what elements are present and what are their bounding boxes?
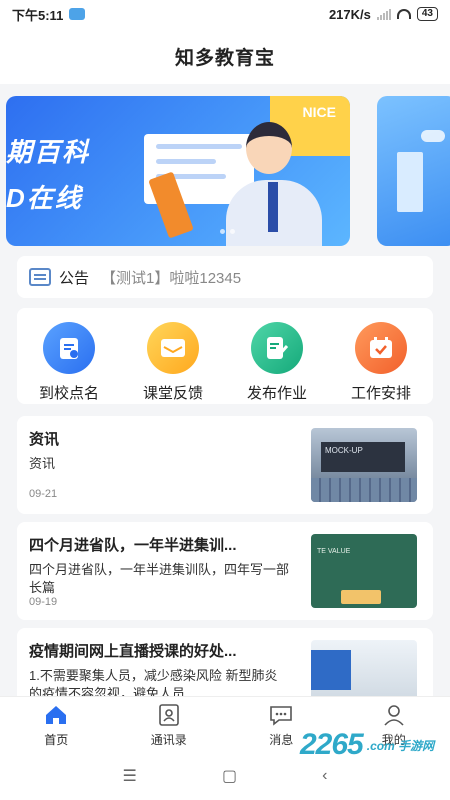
building-illustration bbox=[397, 152, 423, 212]
wifi-icon bbox=[396, 9, 411, 19]
banner-text-line1: 期百科 bbox=[6, 137, 91, 167]
banner-next-slide[interactable] bbox=[377, 96, 450, 246]
news-date: 09-19 bbox=[29, 596, 58, 608]
thumbnail-sign: MOCK-UP bbox=[321, 442, 405, 472]
banner-slide[interactable]: 期百科 D在线 NICE bbox=[6, 96, 350, 246]
action-label: 发布作业 bbox=[246, 385, 307, 402]
news-title: 疫情期间网上直播授课的好处... bbox=[29, 643, 237, 660]
news-text: 四个月进省队，一年半进集训... 四个月进省队，一年半进集训队，四年写一部长篇 bbox=[29, 534, 289, 597]
action-roll-call[interactable]: 到校点名 bbox=[21, 322, 117, 404]
action-class-feedback[interactable]: 课堂反馈 bbox=[125, 322, 221, 404]
status-time: 下午5:11 bbox=[12, 7, 64, 23]
banner-carousel[interactable]: 期百科 D在线 NICE bbox=[0, 96, 450, 246]
document-edit-icon bbox=[251, 322, 303, 374]
action-label: 工作安排 bbox=[350, 385, 411, 402]
tab-label: 首页 bbox=[44, 733, 69, 747]
signal-icon bbox=[376, 8, 391, 20]
teacher-head-illustration bbox=[246, 122, 292, 174]
announcement-icon bbox=[29, 268, 51, 286]
cloud-icon bbox=[69, 8, 86, 20]
watermark-number: 2265 bbox=[300, 728, 364, 761]
watermark-brand: .com 手游网 bbox=[366, 738, 435, 753]
site-watermark: 2265 .com 手游网 bbox=[300, 726, 450, 764]
tab-home[interactable]: 首页 bbox=[0, 697, 113, 752]
network-speed: 217K/s bbox=[328, 6, 371, 22]
news-desc: 资讯 bbox=[29, 456, 56, 471]
thumbnail-windows bbox=[311, 478, 417, 502]
action-work-schedule[interactable]: 工作安排 bbox=[333, 322, 429, 404]
action-label: 课堂反馈 bbox=[142, 385, 203, 402]
quick-actions: 到校点名 课堂反馈 发布作业 工作安排 bbox=[17, 308, 433, 404]
calendar-check-icon bbox=[355, 322, 407, 374]
banner-badge: NICE bbox=[302, 104, 336, 120]
clipboard-check-icon bbox=[43, 322, 95, 374]
notice-message: 【测试1】啦啦12345 bbox=[101, 269, 242, 287]
carousel-indicator bbox=[220, 229, 235, 234]
news-title: 资讯 bbox=[29, 431, 60, 448]
news-title: 四个月进省队，一年半进集训... bbox=[29, 537, 237, 554]
news-item[interactable]: 四个月进省队，一年半进集训... 四个月进省队，一年半进集训队，四年写一部长篇 … bbox=[17, 522, 433, 620]
tie-illustration bbox=[268, 182, 278, 232]
notice-label: 公告 bbox=[59, 269, 90, 287]
cloud-illustration bbox=[421, 130, 445, 142]
menu-icon[interactable]: ☰ bbox=[123, 766, 137, 786]
tab-contacts[interactable]: 通讯录 bbox=[113, 697, 226, 752]
books-illustration bbox=[341, 590, 381, 604]
contacts-icon bbox=[156, 703, 182, 727]
notice-bar[interactable]: 公告 【测试1】啦啦12345 bbox=[17, 256, 433, 298]
battery-icon: 43 bbox=[416, 7, 438, 21]
profile-icon bbox=[381, 703, 407, 727]
envelope-icon bbox=[147, 322, 199, 374]
news-item[interactable]: 资讯 资讯 09-21 MOCK-UP bbox=[17, 416, 433, 514]
tab-label: 消息 bbox=[269, 733, 294, 747]
classroom-illustration bbox=[311, 650, 351, 690]
tab-label: 通讯录 bbox=[150, 733, 187, 747]
thumbnail-chalk-text: TE VALUE bbox=[317, 548, 351, 555]
page-title: 知多教育宝 bbox=[174, 47, 275, 69]
message-icon bbox=[268, 703, 294, 727]
status-right: 217K/s 43 bbox=[329, 7, 438, 22]
home-icon bbox=[43, 703, 69, 727]
app-header: 知多教育宝 bbox=[0, 28, 450, 84]
banner-text-line2: D在线 bbox=[6, 183, 83, 213]
news-text: 疫情期间网上直播授课的好处... 1.不需要聚集人员，减少感染风险 新型肺炎的疫… bbox=[29, 640, 289, 703]
action-label: 到校点名 bbox=[38, 385, 99, 402]
news-text: 资讯 资讯 bbox=[29, 428, 289, 473]
back-icon[interactable]: ‹ bbox=[322, 767, 327, 785]
action-publish-homework[interactable]: 发布作业 bbox=[229, 322, 325, 404]
news-desc: 四个月进省队，一年半进集训队，四年写一部长篇 bbox=[29, 562, 289, 595]
news-thumbnail: TE VALUE bbox=[311, 534, 417, 608]
status-bar: 下午5:11 217K/s 43 bbox=[0, 0, 450, 28]
news-thumbnail: MOCK-UP bbox=[311, 428, 417, 502]
news-date: 09-21 bbox=[29, 488, 58, 500]
home-square-icon[interactable]: ▢ bbox=[222, 766, 237, 786]
